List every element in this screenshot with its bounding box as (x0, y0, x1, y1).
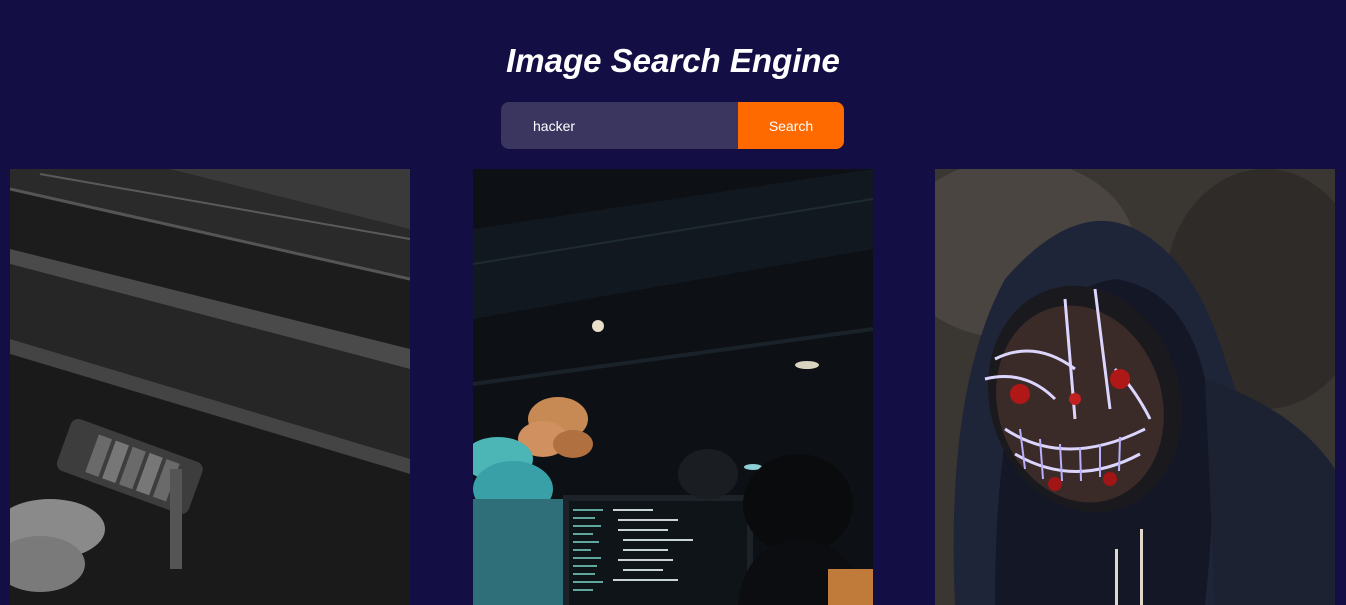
search-form: Search (501, 102, 844, 149)
image-results-grid (0, 169, 1346, 605)
led-mask-photo (935, 169, 1335, 605)
image-result-coder[interactable] (473, 169, 873, 605)
search-button[interactable]: Search (738, 102, 844, 149)
coder-photo (473, 169, 873, 605)
search-input[interactable] (501, 102, 738, 149)
image-result-led-mask[interactable] (935, 169, 1335, 605)
padlock-photo (10, 169, 410, 605)
page-title: Image Search Engine (506, 42, 840, 79)
image-result-padlock[interactable] (10, 169, 410, 605)
